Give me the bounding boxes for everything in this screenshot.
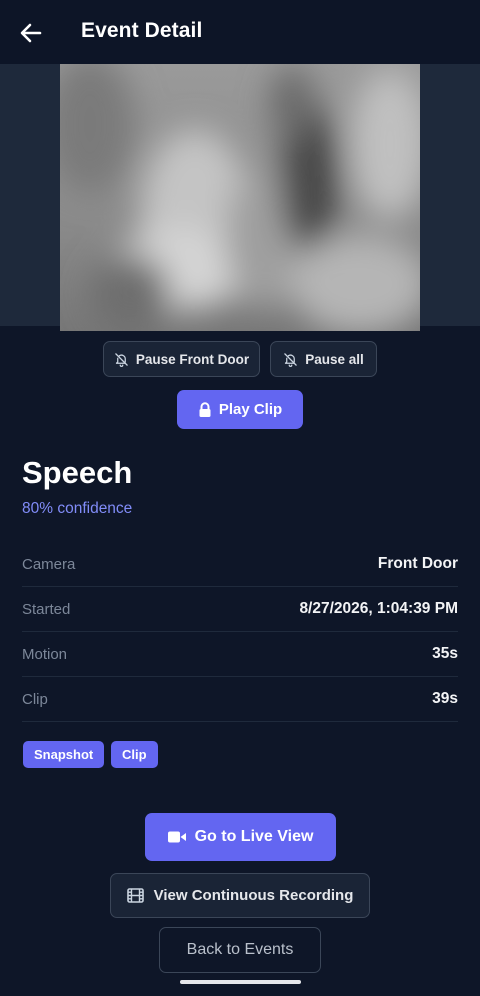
blurred-snapshot-image [60,64,420,331]
view-continuous-recording-label: View Continuous Recording [153,887,354,904]
go-to-live-view-label: Go to Live View [194,828,314,845]
detail-row-clip: Clip 39s [22,677,458,722]
pause-all-button[interactable]: Pause all [270,341,377,377]
detail-label: Motion [22,646,68,663]
video-camera-icon [167,831,186,843]
event-type-heading: Speech [22,455,133,490]
detail-value: 39s [432,690,458,707]
pause-front-door-button[interactable]: Pause Front Door [103,341,260,377]
play-clip-label: Play Clip [218,401,283,418]
detail-row-motion: Motion 35s [22,632,458,677]
pause-front-door-label: Pause Front Door [135,351,250,367]
detail-label: Started [22,601,71,618]
confidence-text: 80% confidence [22,500,133,517]
bell-off-icon [115,352,128,367]
app-header: Event Detail [0,0,480,64]
detail-label: Camera [22,556,76,573]
go-to-live-view-button[interactable]: Go to Live View [145,813,336,861]
detail-value: 35s [432,645,458,662]
detail-value: 8/27/2026, 1:04:39 PM [299,600,458,617]
detail-row-camera: Camera Front Door [22,542,458,587]
home-indicator[interactable] [180,980,301,984]
film-icon [126,888,144,903]
back-to-events-label: Back to Events [186,941,294,958]
lock-icon [199,401,211,417]
snapshot-tag[interactable]: Snapshot [23,741,105,768]
view-continuous-recording-button[interactable]: View Continuous Recording [110,873,370,918]
play-clip-button[interactable]: Play Clip [177,390,303,429]
clip-tag[interactable]: Clip [111,741,158,768]
arrow-left-icon[interactable] [18,20,46,46]
detail-label: Clip [22,691,48,708]
page-title: Event Detail [81,19,203,42]
event-snapshot [60,64,420,331]
back-to-events-button[interactable]: Back to Events [159,927,321,973]
detail-row-started: Started 8/27/2026, 1:04:39 PM [22,587,458,632]
detail-value: Front Door [377,555,458,572]
pause-all-label: Pause all [305,351,364,367]
bell-off-icon [284,352,297,367]
